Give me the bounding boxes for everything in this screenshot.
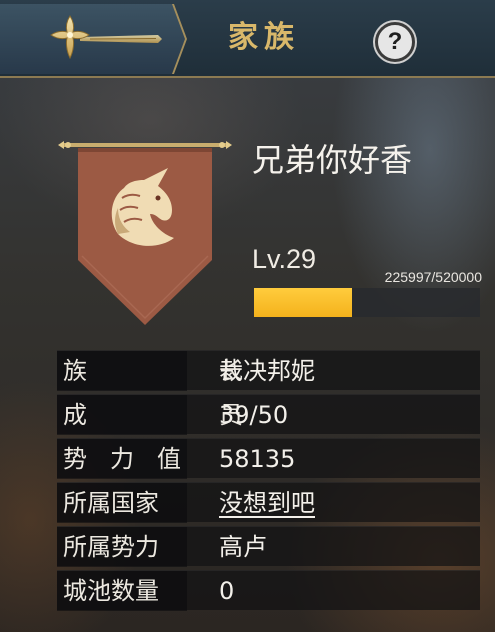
info-value-members: 39/50 bbox=[219, 401, 289, 429]
info-key-leader: 族 长 bbox=[57, 351, 243, 391]
nation-link[interactable]: 没想到吧 bbox=[219, 483, 469, 523]
info-value-faction: 高卢 bbox=[219, 533, 267, 561]
info-key-cities: 城池数量 bbox=[57, 571, 187, 611]
exp-progress-fill bbox=[254, 288, 353, 317]
cross-sword-emblem-icon bbox=[50, 15, 162, 60]
info-row-members: 成 员 39/50 bbox=[57, 394, 480, 435]
info-row-cities: 城池数量 0 bbox=[57, 570, 480, 611]
info-key-faction: 所属势力 bbox=[57, 527, 187, 567]
exp-text: 225997/520000 bbox=[384, 269, 482, 285]
info-value-power: 58135 bbox=[219, 445, 296, 473]
guild-banner bbox=[58, 141, 232, 325]
info-key-nation: 所属国家 bbox=[57, 483, 187, 523]
page-title: 家族 bbox=[228, 20, 300, 55]
guild-info-table: 族 长 裁决邦妮 成 员 39/50 势 力 值 58135 所属国家 没想到吧 bbox=[57, 350, 480, 614]
info-key-members: 成 员 bbox=[57, 395, 243, 435]
exp-progress-bar bbox=[254, 288, 480, 317]
help-button[interactable]: ? bbox=[375, 22, 415, 62]
info-row-leader: 族 长 裁决邦妮 bbox=[57, 350, 480, 391]
guild-name: 兄弟你好香 bbox=[252, 141, 413, 179]
info-value-cities: 0 bbox=[219, 577, 235, 605]
info-key-power: 势 力 值 bbox=[57, 439, 187, 479]
info-row-power: 势 力 值 58135 bbox=[57, 438, 480, 479]
info-value-leader[interactable]: 裁决邦妮 bbox=[219, 351, 469, 391]
info-row-faction: 所属势力 高卢 bbox=[57, 526, 480, 567]
header-bar: 家族 ? bbox=[0, 0, 495, 78]
info-row-nation: 所属国家 没想到吧 bbox=[57, 482, 480, 523]
